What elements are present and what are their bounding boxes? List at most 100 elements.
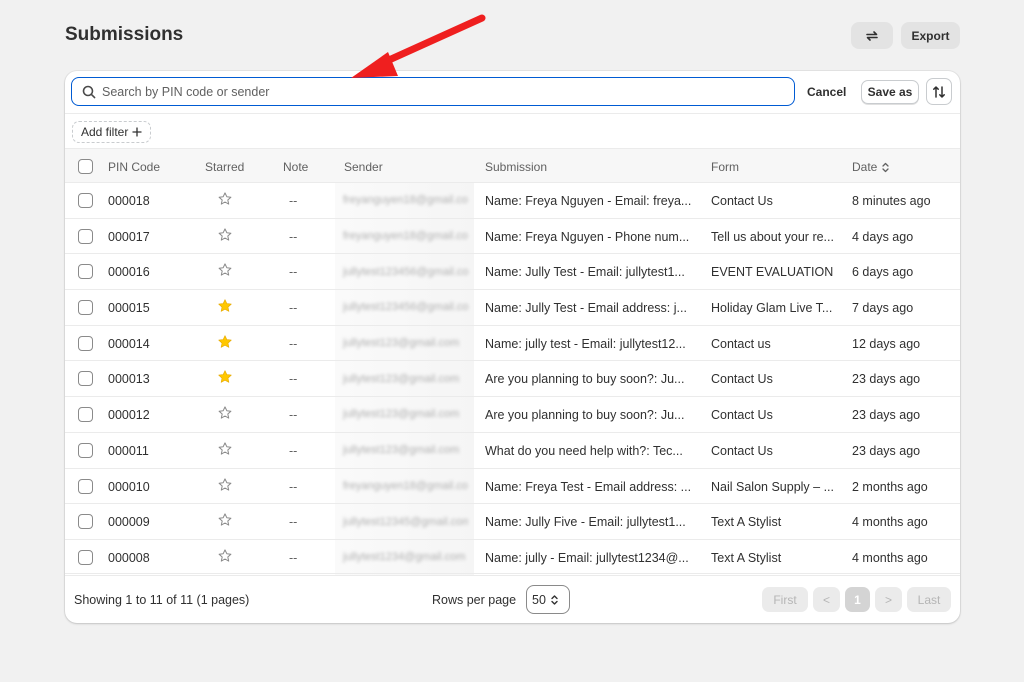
star-filled-icon[interactable] [217,334,233,350]
table-row[interactable]: 000016 -- jullytest123456@gmail.com Name: J… [65,254,960,291]
submission-cell: What do you need help with?: Tec... [485,443,683,458]
form-cell: Contact Us [711,372,773,387]
last-page-button[interactable]: Last [907,587,951,612]
sender-cell-blurred: jullytest123@gmail.com [335,325,474,361]
table-row[interactable]: 000014 -- jullytest123@gmail.com Name: jull… [65,325,960,362]
rows-per-page-select[interactable]: 50 [526,585,570,614]
sync-button[interactable] [851,22,893,49]
table-row[interactable]: 000015 -- jullytest123456@gmail.com Name: J… [65,290,960,326]
search-icon [82,85,96,98]
search-field[interactable] [71,77,795,106]
column-header-date[interactable]: Date [852,160,890,174]
sender-text: jullytest123@gmail.com [343,408,460,421]
column-header-starred[interactable]: Starred [205,160,244,174]
cancel-button[interactable]: Cancel [807,85,846,99]
sender-text: jullytest123@gmail.com [343,337,460,350]
pin-code-cell: 000010 [108,479,150,494]
pin-code-cell: 000013 [108,372,150,387]
form-cell: Contact Us [711,408,773,423]
note-cell: -- [289,443,298,458]
row-checkbox[interactable] [78,371,93,387]
sender-text: jullytest123@gmail.com [343,444,460,457]
pin-code-cell: 000009 [108,515,150,530]
star-outline-icon[interactable] [217,262,233,278]
plus-icon [132,127,143,137]
row-checkbox[interactable] [78,264,93,280]
table-row[interactable]: 000010 -- freyanguyen18@gmail.com Name: Fre… [65,468,960,505]
star-outline-icon[interactable] [217,227,233,243]
submission-cell: Name: Freya Nguyen - Phone num... [485,229,690,244]
next-page-button[interactable]: > [875,587,902,612]
row-checkbox[interactable] [78,335,93,351]
form-cell: Nail Salon Supply – ... [711,479,834,494]
pin-code-cell: 000016 [108,265,150,280]
sender-cell-blurred: jullytest123@gmail.com [335,432,474,468]
row-checkbox[interactable] [78,193,93,208]
sender-cell-blurred: jullytest123@gmail.com [335,361,474,397]
column-header-form[interactable]: Form [711,160,739,174]
row-checkbox[interactable] [78,300,93,316]
sender-text: freyanguyen18@gmail.com [343,194,468,207]
search-input[interactable] [102,84,752,99]
row-checkbox[interactable] [78,514,93,530]
form-cell: Contact Us [711,194,773,208]
note-cell: -- [289,408,298,423]
note-cell: -- [289,301,298,316]
row-checkbox[interactable] [78,442,93,458]
row-checkbox[interactable] [78,407,93,423]
export-button[interactable]: Export [901,22,960,49]
select-all-checkbox[interactable] [78,159,93,174]
row-checkbox[interactable] [78,228,93,244]
date-cell: 12 days ago [852,336,921,351]
star-filled-icon[interactable] [217,298,233,314]
current-page-button[interactable]: 1 [845,587,870,612]
first-page-button[interactable]: First [762,587,808,612]
note-cell: -- [289,194,298,208]
table-row[interactable]: 000012 -- jullytest123@gmail.com Are you pl… [65,397,960,433]
pin-code-cell: 000014 [108,336,150,351]
star-outline-icon[interactable] [217,512,233,528]
sort-arrows-icon [933,85,945,98]
sender-cell-blurred: jullytest123@gmail.com [335,397,474,432]
previous-page-button[interactable]: < [813,587,840,612]
sender-text: jullytest123456@gmail.com [343,265,468,278]
date-cell: 4 months ago [852,550,928,565]
column-header-submission[interactable]: Submission [485,160,547,174]
star-outline-icon[interactable] [217,405,233,421]
table-body: 000018 -- freyanguyen18@gmail.com Name: Fre… [65,183,960,576]
table-row[interactable]: 000013 -- jullytest123@gmail.com Are you pl… [65,361,960,398]
star-outline-icon[interactable] [217,191,233,207]
sender-text: freyanguyen18@gmail.com [343,479,468,492]
table-row[interactable]: 000018 -- freyanguyen18@gmail.com Name: Fre… [65,183,960,219]
star-outline-icon[interactable] [217,441,233,457]
form-cell: Text A Stylist [711,515,782,530]
table-row[interactable]: 000017 -- freyanguyen18@gmail.com Name: Fre… [65,218,960,255]
column-header-sender[interactable]: Sender [344,160,383,174]
sender-cell-blurred: jullytest12345@gmail.com [335,504,474,539]
star-outline-icon[interactable] [217,477,233,493]
column-header-note[interactable]: Note [283,160,308,174]
sender-text: freyanguyen18@gmail.com [343,230,468,243]
submission-cell: Are you planning to buy soon?: Ju... [485,408,685,423]
save-as-button[interactable]: Save as [861,80,919,104]
date-cell: 23 days ago [852,408,921,423]
row-checkbox[interactable] [78,549,93,565]
star-filled-icon[interactable] [217,369,233,385]
sort-button[interactable] [926,78,952,105]
table-row[interactable]: 000008 -- jullytest1234@gmail.com Name: jul… [65,539,960,576]
submission-cell: Name: jully test - Email: jullytest12... [485,336,686,351]
table-footer: Showing 1 to 11 of 11 (1 pages) Rows per… [65,573,960,623]
submission-cell: Name: Jully Five - Email: jullytest1... [485,515,686,530]
submissions-card: Cancel Save as Add filter PIN Code Starr… [65,71,960,623]
date-cell: 23 days ago [852,443,921,458]
column-header-pin[interactable]: PIN Code [108,160,160,174]
submission-cell: Name: Jully Test - Email address: j... [485,301,687,316]
table-row[interactable]: 000009 -- jullytest12345@gmail.com Name: Ju… [65,504,960,540]
note-cell: -- [289,229,298,244]
table-row[interactable]: 000011 -- jullytest123@gmail.com What do yo… [65,432,960,469]
form-cell: Text A Stylist [711,550,782,565]
row-checkbox[interactable] [78,478,93,494]
submission-cell: Name: Freya Nguyen - Email: freya... [485,194,692,208]
add-filter-button[interactable]: Add filter [72,121,152,143]
star-outline-icon[interactable] [217,548,233,564]
